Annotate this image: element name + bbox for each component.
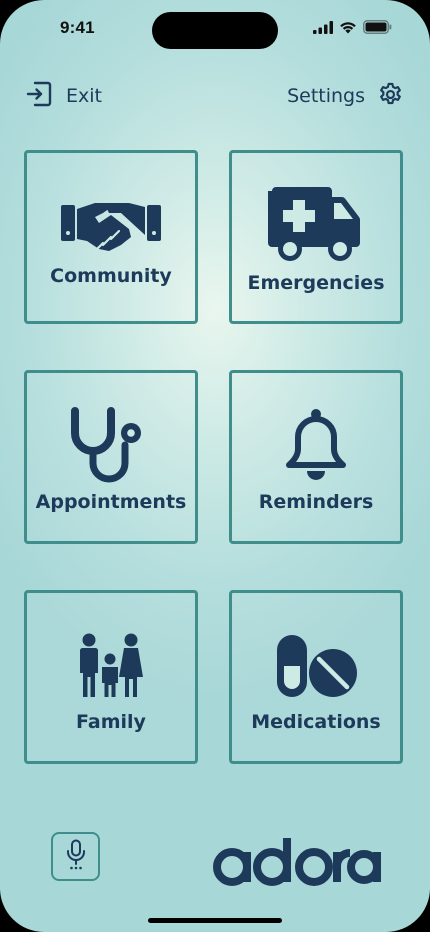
pills-icon (273, 631, 359, 703)
cellular-signal-icon (313, 20, 333, 34)
status-time: 9:41 (60, 18, 95, 37)
tile-label: Reminders (258, 491, 374, 513)
tile-label: Community (50, 265, 172, 287)
gear-icon (377, 81, 404, 112)
status-icons (313, 20, 392, 34)
home-indicator[interactable] (148, 918, 282, 923)
family-icon (78, 633, 144, 701)
settings-label: Settings (287, 85, 365, 107)
battery-icon (363, 20, 392, 34)
tile-medications[interactable]: Medications (229, 590, 403, 764)
bell-icon (282, 407, 350, 487)
settings-button[interactable]: Settings (287, 80, 404, 112)
exit-label: Exit (66, 85, 102, 107)
dynamic-island (152, 12, 278, 49)
tile-label: Appointments (35, 491, 187, 513)
handshake-icon (59, 199, 163, 261)
tile-family[interactable]: Family (24, 590, 198, 764)
tile-label: Family (76, 711, 146, 733)
tile-appointments[interactable]: Appointments (24, 370, 198, 544)
adora-logo (212, 836, 382, 890)
tile-community[interactable]: Community (24, 150, 198, 324)
app-screen: 9:41 Exit Settings Community Emergencies… (0, 0, 430, 932)
microphone-icon (65, 839, 87, 875)
tile-reminders[interactable]: Reminders (229, 370, 403, 544)
exit-button[interactable]: Exit (26, 80, 102, 112)
stethoscope-icon (69, 407, 153, 491)
tile-emergencies[interactable]: Emergencies (229, 150, 403, 324)
wifi-icon (339, 21, 357, 34)
tile-label: Emergencies (247, 272, 385, 294)
microphone-button[interactable] (51, 832, 100, 881)
tile-label: Medications (251, 711, 381, 733)
status-bar: 9:41 (0, 0, 430, 56)
exit-icon (26, 81, 52, 111)
ambulance-icon (268, 187, 364, 267)
